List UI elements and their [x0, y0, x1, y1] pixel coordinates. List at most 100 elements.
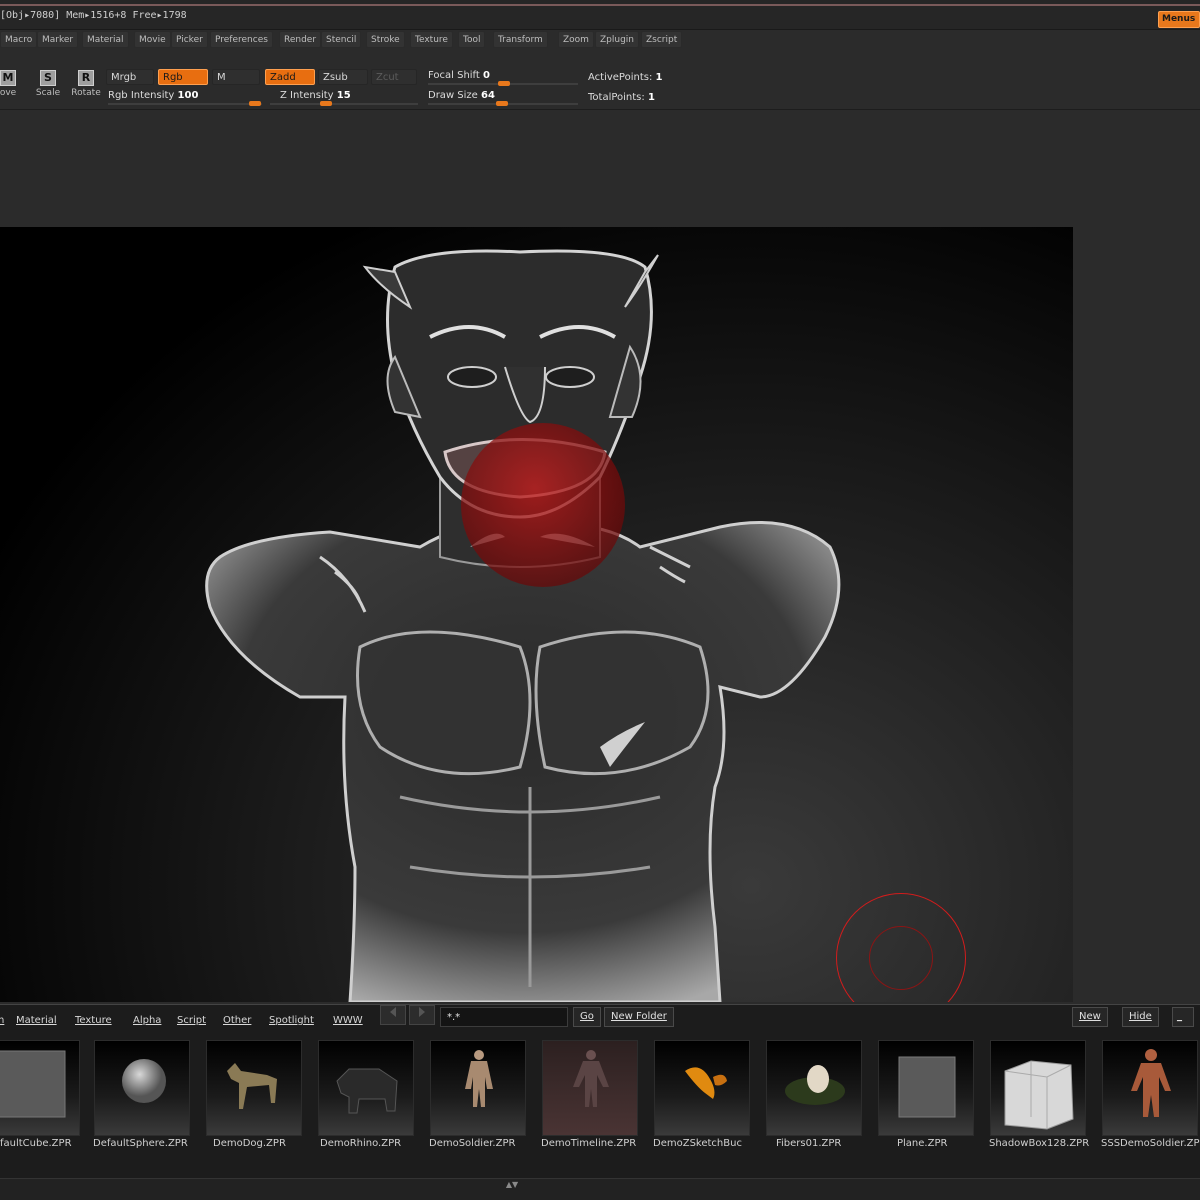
- menu-stencil[interactable]: Stencil: [321, 31, 362, 48]
- move-button[interactable]: M ove: [0, 70, 28, 108]
- scale-label: Scale: [35, 88, 61, 98]
- menu-zplugin[interactable]: Zplugin: [595, 31, 640, 48]
- zsub-toggle[interactable]: Zsub: [318, 69, 368, 85]
- lightbox-item-plane[interactable]: [878, 1040, 974, 1136]
- wasp-thumbnail-icon: [685, 1067, 727, 1099]
- lightbox-caption: SSSDemoSoldier.ZPR: [1101, 1138, 1200, 1149]
- z-intensity-knob[interactable]: [320, 101, 332, 106]
- sculpt-model: [205, 249, 841, 1002]
- draw-size-knob[interactable]: [496, 101, 508, 106]
- lightbox-caption: ShadowBox128.ZPR: [989, 1138, 1090, 1149]
- memory-stats: [Obj▸7080] Mem▸1516+8 Free▸1798: [0, 10, 187, 21]
- dog-thumbnail-icon: [227, 1063, 277, 1109]
- lightbox-search-input[interactable]: [440, 1007, 568, 1027]
- tab-texture[interactable]: Texture: [75, 1015, 112, 1026]
- hide-button[interactable]: Hide: [1122, 1007, 1159, 1027]
- lightbox-item-defaultsphere[interactable]: [94, 1040, 190, 1136]
- menu-marker[interactable]: Marker: [37, 31, 79, 48]
- rotate-button[interactable]: R Rotate: [66, 70, 106, 108]
- rgb-intensity-slider[interactable]: Rgb Intensity 100: [108, 90, 198, 101]
- total-points-value: 1: [647, 92, 655, 103]
- scale-icon: S: [40, 70, 56, 86]
- focal-shift-track[interactable]: [428, 81, 578, 86]
- new-button[interactable]: New: [1072, 1007, 1108, 1027]
- menu-texture[interactable]: Texture: [410, 31, 453, 48]
- focal-shift-value: 0: [483, 70, 490, 81]
- lightbox-item-fibers01[interactable]: [766, 1040, 862, 1136]
- menu-stroke[interactable]: Stroke: [366, 31, 405, 48]
- z-intensity-track[interactable]: [270, 101, 418, 106]
- m-toggle[interactable]: M: [212, 69, 260, 85]
- zcut-toggle[interactable]: Zcut: [371, 69, 417, 85]
- document-canvas[interactable]: [0, 227, 1073, 1002]
- active-points-label: ActivePoints:: [588, 72, 653, 83]
- tray-collapse-icon[interactable]: ▲▼: [500, 1180, 524, 1190]
- total-points: TotalPoints: 1: [588, 92, 655, 103]
- zadd-toggle[interactable]: Zadd: [265, 69, 315, 85]
- menu-picker[interactable]: Picker: [171, 31, 208, 48]
- rgb-intensity-track[interactable]: [108, 101, 262, 106]
- draw-size-value: 64: [481, 90, 495, 101]
- lightbox-item-shadowbox[interactable]: [990, 1040, 1086, 1136]
- new-folder-button[interactable]: New Folder: [604, 1007, 674, 1027]
- lightbox-item-sssdemosoldier[interactable]: [1102, 1040, 1198, 1136]
- mrgb-toggle[interactable]: Mrgb: [106, 69, 154, 85]
- soldier-thumbnail-icon: [465, 1050, 493, 1107]
- egg-thumbnail-icon: [785, 1065, 845, 1105]
- rotate-label: Rotate: [71, 88, 101, 98]
- menu-preferences[interactable]: Preferences: [210, 31, 273, 48]
- menu-transform[interactable]: Transform: [493, 31, 548, 48]
- menu-tool[interactable]: Tool: [458, 31, 486, 48]
- tab-material[interactable]: Material: [16, 1015, 57, 1026]
- tab-script[interactable]: Script: [177, 1015, 206, 1026]
- draw-size-track[interactable]: [428, 101, 578, 106]
- tab-spotlight[interactable]: Spotlight: [269, 1015, 314, 1026]
- shadowbox-thumbnail-icon: [1004, 1060, 1074, 1130]
- lightbox-item-demozsketch[interactable]: [654, 1040, 750, 1136]
- menu-bar: Macro Marker Material Movie Picker Prefe…: [0, 30, 1200, 50]
- rgb-toggle[interactable]: Rgb: [158, 69, 208, 85]
- rgb-intensity-knob[interactable]: [249, 101, 261, 106]
- focal-shift-knob[interactable]: [498, 81, 510, 86]
- right-eye-shape: [545, 366, 595, 388]
- menu-zoom[interactable]: Zoom: [558, 31, 594, 48]
- brush-sphere: [461, 423, 625, 587]
- menus-button[interactable]: Menus: [1158, 11, 1200, 28]
- menu-zscript[interactable]: Zscript: [641, 31, 683, 48]
- scale-button[interactable]: S Scale: [28, 70, 68, 108]
- lightbox-caption: DemoDog.ZPR: [213, 1138, 286, 1149]
- lightbox-item-demorhino[interactable]: [318, 1040, 414, 1136]
- active-points-value: 1: [655, 72, 663, 83]
- focal-shift-slider[interactable]: Focal Shift 0: [428, 70, 490, 81]
- lightbox-prev-button[interactable]: [380, 1005, 406, 1025]
- lightbox-next-button[interactable]: [409, 1005, 435, 1025]
- menu-movie[interactable]: Movie: [134, 31, 171, 48]
- lightbox-caption: DemoZSketchBuc: [653, 1138, 742, 1149]
- tab-n[interactable]: n: [0, 1015, 4, 1026]
- lightbox-item-demotimeline[interactable]: [542, 1040, 638, 1136]
- menu-material[interactable]: Material: [82, 31, 129, 48]
- menu-render[interactable]: Render: [279, 31, 322, 48]
- arrow-left-icon: [390, 1007, 396, 1017]
- tab-alpha[interactable]: Alpha: [133, 1015, 161, 1026]
- go-button[interactable]: Go: [573, 1007, 601, 1027]
- lightbox-caption: DefaultSphere.ZPR: [93, 1138, 188, 1149]
- focal-shift-label: Focal Shift: [428, 70, 480, 81]
- tab-www[interactable]: WWW: [333, 1015, 363, 1026]
- lightbox-caption: Fibers01.ZPR: [776, 1138, 842, 1149]
- lightbox-item-demosoldier[interactable]: [430, 1040, 526, 1136]
- lightbox-item-defaultcube[interactable]: [0, 1040, 80, 1136]
- tab-other[interactable]: Other: [223, 1015, 251, 1026]
- lightbox-item-demodog[interactable]: [206, 1040, 302, 1136]
- rgb-intensity-value: 100: [177, 90, 199, 101]
- draw-size-slider[interactable]: Draw Size 64: [428, 90, 495, 101]
- menu-macro[interactable]: Macro: [0, 31, 38, 48]
- z-intensity-label: Z Intensity: [280, 90, 334, 101]
- bottom-tray-bar: [0, 1178, 1200, 1200]
- right-pec-shape: [534, 630, 710, 776]
- move-icon: M: [0, 70, 16, 86]
- z-intensity-slider[interactable]: Z Intensity 15: [280, 90, 351, 101]
- total-points-label: TotalPoints:: [588, 92, 645, 103]
- plane-thumbnail-icon: [898, 1056, 956, 1118]
- minimize-button[interactable]: _: [1172, 1007, 1194, 1027]
